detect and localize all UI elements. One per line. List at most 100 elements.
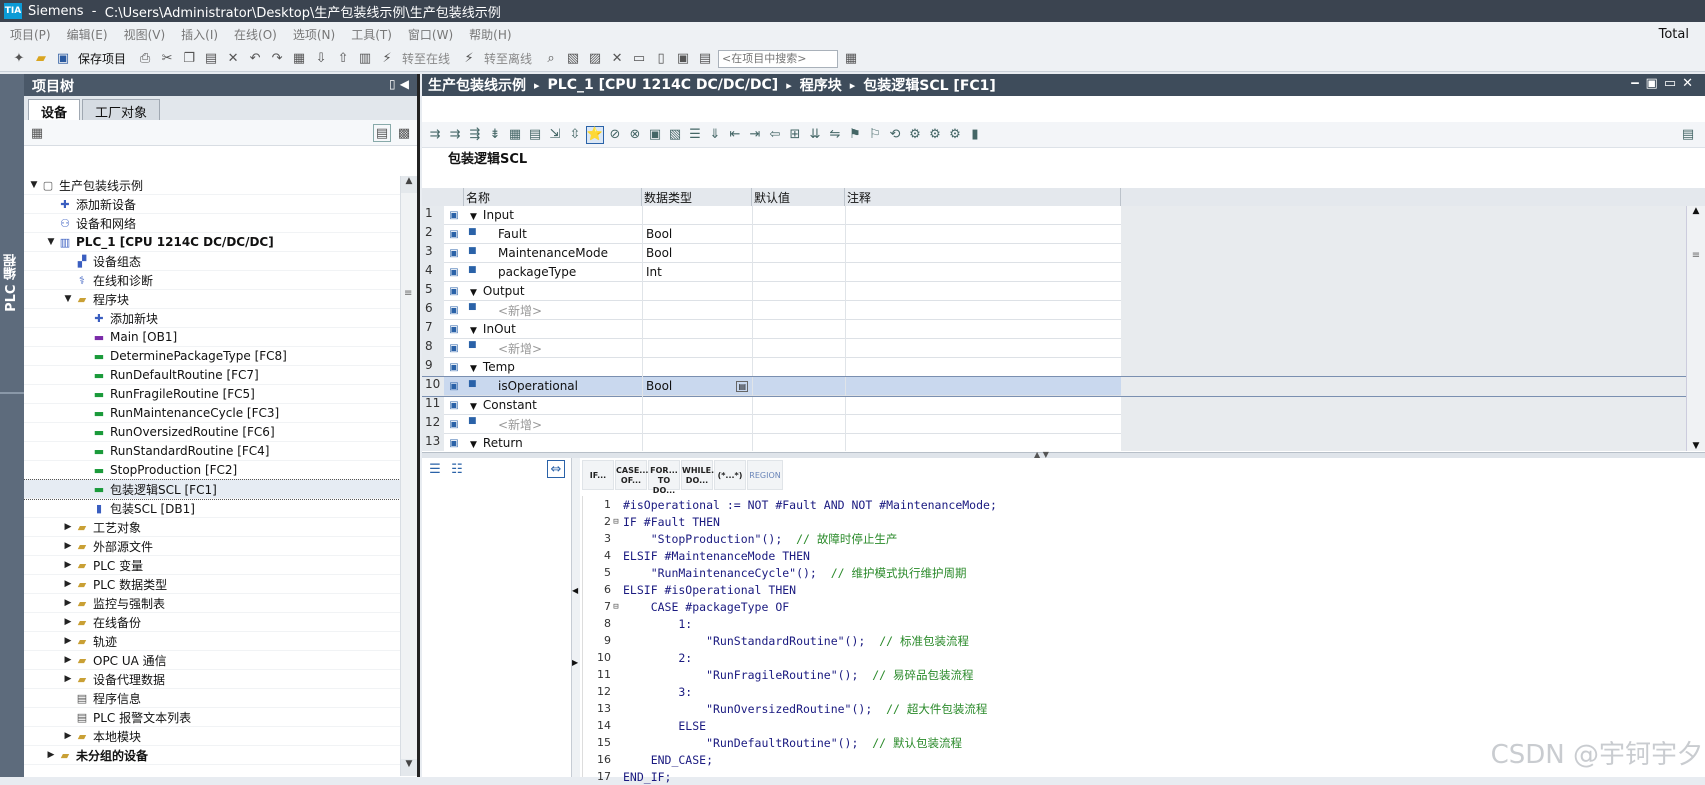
editor-tool-icon[interactable]: ▤ [526,126,544,144]
overview-icon[interactable]: ▦ [28,124,46,142]
editor-tool-icon[interactable]: ☰ [686,126,704,144]
kw-case[interactable]: CASE... OF... [615,460,648,490]
variable-comment[interactable] [845,414,1121,434]
fold-toggle-icon[interactable]: ⊟ [611,517,621,527]
copy-icon[interactable]: ❐ [180,50,198,68]
variable-datatype[interactable]: Bool ▤ [642,376,752,396]
breadcrumb-plc[interactable]: PLC_1 [CPU 1214C DC/DC/DC] [548,77,779,93]
editor-tool-icon[interactable]: ⇋ [826,126,844,144]
undo-icon[interactable]: ↶ [246,50,264,68]
split-vertical-icon[interactable]: ▯ [652,50,670,68]
editor-tool-icon[interactable]: ▦ [506,126,524,144]
new-project-icon[interactable]: ✦ [10,50,28,68]
variable-default[interactable] [752,206,845,225]
interface-row[interactable]: 5 ▣ ▼ Output [422,281,1686,301]
variable-name[interactable]: ■ Fault [464,227,642,241]
window-controls[interactable]: ‒▣▭✕ [1630,76,1699,91]
download-icon[interactable]: ⇩ [312,50,330,68]
code-line[interactable]: 10 2: [583,649,1705,666]
editor-tool-icon[interactable]: ⇟ [486,126,504,144]
section-expand-icon[interactable]: ▼ [470,364,477,374]
cut-icon[interactable]: ✂ [158,50,176,68]
kw-region[interactable]: REGION [747,460,783,490]
variable-comment[interactable] [845,433,1121,451]
tree-item[interactable]: ▬ StopProduction [FC2] [24,461,402,480]
tree-item[interactable]: ▶ ▰ PLC 数据类型 [24,575,402,594]
variable-comment[interactable] [845,395,1121,415]
expand-toggle-icon[interactable]: ▶ [62,541,74,551]
variable-name[interactable]: ■ isOperational [464,379,642,393]
layout-icon[interactable]: ▣ [674,50,692,68]
nav-splitter-arrow-icon[interactable]: ◀ [572,586,578,595]
menu-tools[interactable]: 工具(T) [351,26,392,43]
tree-item[interactable]: ▶ ▰ 在线备份 [24,613,402,632]
col-datatype[interactable]: 数据类型 [642,188,752,206]
tree-item[interactable]: ▬ RunMaintenanceCycle [FC3] [24,404,402,423]
kw-comment[interactable]: (*...*) [714,460,746,490]
col-comment[interactable]: 注释 [845,188,1121,206]
menu-project[interactable]: 项目(P) [10,26,51,43]
variable-comment[interactable] [845,338,1121,358]
code-line[interactable]: 14 ELSE [583,717,1705,734]
paste-icon[interactable]: ▤ [202,50,220,68]
editor-tool-icon[interactable]: ⊞ [786,126,804,144]
fold-toggle-icon[interactable]: ⊟ [611,602,621,612]
variable-comment[interactable] [845,224,1121,244]
section-expand-icon[interactable]: ▼ [470,402,477,412]
tree-item[interactable]: ▬ DeterminePackageType [FC8] [24,347,402,366]
interface-row[interactable]: 2 ▣ ■ Fault Bool [422,224,1686,244]
variable-default[interactable] [752,224,845,244]
simulation-icon[interactable]: ▥ [356,50,374,68]
tree-item[interactable]: ▬ Main [OB1] [24,328,402,347]
project-tree-scrollbar[interactable]: ▲ ≡ ▼ [400,176,417,776]
variable-name[interactable]: ▼ Temp [464,360,642,374]
detail-view-icon[interactable]: ▩ [395,124,413,142]
tree-item[interactable]: ▬ RunDefaultRoutine [FC7] [24,366,402,385]
variable-comment[interactable] [845,262,1121,282]
menu-online[interactable]: 在线(O) [234,26,277,43]
expand-toggle-icon[interactable]: ▼ [45,237,57,247]
editor-tool-icon[interactable]: ⇦ [766,126,784,144]
tree-item[interactable]: ▶ ▰ OPC UA 通信 [24,651,402,670]
editor-tool-icon[interactable]: ⇤ [726,126,744,144]
menu-help[interactable]: 帮助(H) [469,26,511,43]
interface-row[interactable]: 11 ▣ ▼ Constant [422,395,1686,415]
expand-toggle-icon[interactable]: ▶ [45,750,57,760]
project-search-input[interactable] [718,49,839,68]
kw-if[interactable]: IF... [582,460,614,490]
tree-item[interactable]: ▬ RunStandardRoutine [FC4] [24,442,402,461]
variable-datatype[interactable]: Int [642,262,752,282]
properties-icon[interactable]: ▤ [696,50,714,68]
editor-tool-icon[interactable]: ⟲ [886,126,904,144]
interface-row[interactable]: 7 ▣ ▼ InOut [422,319,1686,339]
plc-programming-label[interactable]: PLC 编程 [2,254,22,312]
breadcrumb-block[interactable]: 包装逻辑SCL [FC1] [863,75,996,95]
editor-tool-icon[interactable]: ⇲ [546,126,564,144]
editor-tool-icon[interactable]: ⇶ [466,126,484,144]
variable-datatype[interactable] [642,319,752,339]
tree-item[interactable]: ▶ ▰ 外部源文件 [24,537,402,556]
scroll-up-icon[interactable]: ▲ [401,176,417,193]
expand-toggle-icon[interactable]: ▶ [62,655,74,665]
variable-default[interactable] [752,243,845,263]
variable-datatype[interactable] [642,395,752,415]
code-line[interactable]: 8 1: [583,615,1705,632]
menu-window[interactable]: 窗口(W) [408,26,453,43]
editor-tool-icon[interactable]: ⊗ [626,126,644,144]
tree-item[interactable]: ▶ ▰ 未分组的设备 [24,746,402,765]
split-horizontal-icon[interactable]: ▭ [630,50,648,68]
breadcrumb-project[interactable]: 生产包装线示例 [428,75,526,95]
interface-row[interactable]: 10 ▣ ■ isOperational Bool ▤ [422,376,1686,397]
expand-toggle-icon[interactable]: ▶ [62,617,74,627]
tree-item[interactable]: ▤ 程序信息 [24,689,402,708]
variable-name[interactable]: ■ MaintenanceMode [464,246,642,260]
variable-comment[interactable] [845,357,1121,377]
variable-default[interactable] [752,300,845,320]
tab-devices[interactable]: 设备 [28,99,81,121]
variable-datatype[interactable] [642,281,752,301]
variable-name[interactable]: ▼ InOut [464,322,642,336]
tree-item[interactable]: ▼ ▥ PLC_1 [CPU 1214C DC/DC/DC] [24,233,402,252]
tree-item[interactable]: ▼ ▰ 程序块 [24,290,402,309]
variable-comment[interactable] [845,319,1121,339]
tree-item[interactable]: ▮ 包装SCL [DB1] [24,499,402,518]
